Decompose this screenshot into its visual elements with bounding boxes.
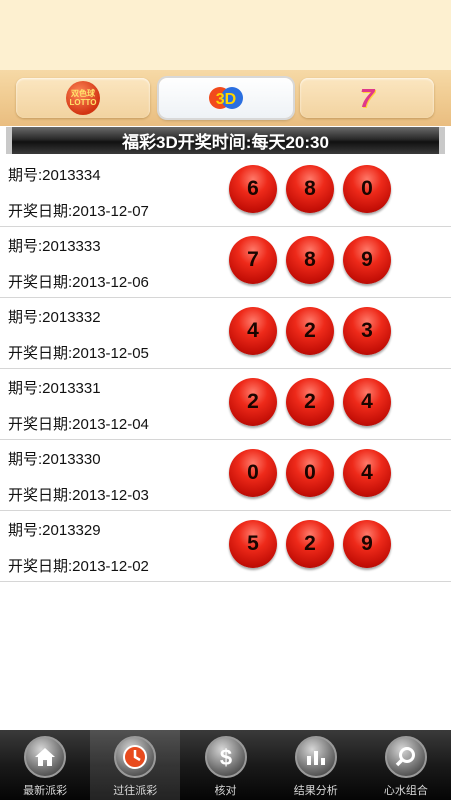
winning-numbers: 423 bbox=[229, 307, 391, 355]
status-area bbox=[0, 0, 451, 70]
draw-date: 开奖日期:2013-12-03 bbox=[8, 487, 149, 504]
dollar-icon: $ bbox=[204, 736, 247, 778]
3d-logo-icon: 3D bbox=[209, 87, 243, 109]
issue-number: 期号:2013332 bbox=[8, 309, 101, 326]
draw-date: 开奖日期:2013-12-06 bbox=[8, 274, 149, 291]
number-ball: 4 bbox=[343, 449, 391, 497]
issue-number: 期号:2013333 bbox=[8, 238, 101, 255]
svg-text:$: $ bbox=[219, 745, 231, 770]
tab-home[interactable]: 最新派彩 bbox=[0, 730, 90, 800]
winning-numbers: 529 bbox=[229, 520, 391, 568]
tab-label: 最新派彩 bbox=[23, 785, 68, 797]
lottery-type-tabs: 双色球 LOTTO 3D 7 bbox=[0, 70, 451, 126]
number-ball: 8 bbox=[286, 236, 334, 284]
tab-dollar[interactable]: $ 核对 bbox=[180, 730, 270, 800]
table-row[interactable]: 期号:2013330 开奖日期:2013-12-03 0 0 4 bbox=[0, 440, 451, 511]
home-icon bbox=[24, 736, 67, 778]
number-ball: 7 bbox=[229, 236, 277, 284]
history-icon bbox=[114, 736, 157, 778]
tab-3d[interactable]: 3D bbox=[159, 78, 293, 118]
ssq-logo-icon: 双色球 LOTTO bbox=[66, 81, 100, 115]
search-icon bbox=[384, 736, 427, 778]
tab-label: 过往派彩 bbox=[113, 785, 158, 797]
draw-date: 开奖日期:2013-12-05 bbox=[8, 345, 149, 362]
number-ball: 0 bbox=[229, 449, 277, 497]
table-row[interactable]: 期号:2013332 开奖日期:2013-12-05 4 2 3 bbox=[0, 298, 451, 369]
bar-chart-icon bbox=[294, 736, 337, 778]
draw-list: 期号:2013334 开奖日期:2013-12-07 6 8 0 期号:2013333 开奖… bbox=[0, 156, 451, 582]
issue-number: 期号:2013334 bbox=[8, 167, 101, 184]
tab-label: 结果分析 bbox=[293, 785, 338, 797]
tab-search[interactable]: 心水组合 bbox=[361, 730, 451, 800]
issue-number: 期号:2013330 bbox=[8, 451, 101, 468]
number-ball: 9 bbox=[343, 236, 391, 284]
number-ball: 2 bbox=[286, 520, 334, 568]
table-row[interactable]: 期号:2013334 开奖日期:2013-12-07 6 8 0 bbox=[0, 156, 451, 227]
tab-qlc[interactable]: 7 bbox=[300, 78, 434, 118]
draw-date: 开奖日期:2013-12-07 bbox=[8, 203, 149, 220]
number-ball: 4 bbox=[343, 378, 391, 426]
winning-numbers: 680 bbox=[229, 165, 391, 213]
tab-bar-chart[interactable]: 结果分析 bbox=[271, 730, 361, 800]
qlc-logo-icon: 7 bbox=[359, 82, 375, 113]
number-ball: 2 bbox=[286, 307, 334, 355]
number-ball: 2 bbox=[229, 378, 277, 426]
draw-time-banner: 福彩3D开奖时间:每天20:30 bbox=[6, 127, 445, 154]
table-row[interactable]: 期号:2013333 开奖日期:2013-12-06 7 8 9 bbox=[0, 227, 451, 298]
number-ball: 0 bbox=[286, 449, 334, 497]
number-ball: 9 bbox=[343, 520, 391, 568]
number-ball: 4 bbox=[229, 307, 277, 355]
number-ball: 8 bbox=[286, 165, 334, 213]
winning-numbers: 004 bbox=[229, 449, 391, 497]
number-ball: 0 bbox=[343, 165, 391, 213]
table-row[interactable]: 期号:2013331 开奖日期:2013-12-04 2 2 4 bbox=[0, 369, 451, 440]
tab-label: 核对 bbox=[214, 785, 237, 797]
issue-number: 期号:2013331 bbox=[8, 380, 101, 397]
winning-numbers: 224 bbox=[229, 378, 391, 426]
draw-date: 开奖日期:2013-12-04 bbox=[8, 416, 149, 433]
number-ball: 2 bbox=[286, 378, 334, 426]
draw-date: 开奖日期:2013-12-02 bbox=[8, 558, 149, 575]
tab-ssq[interactable]: 双色球 LOTTO bbox=[16, 78, 150, 118]
table-row[interactable]: 期号:2013329 开奖日期:2013-12-02 5 2 9 bbox=[0, 511, 451, 582]
number-ball: 3 bbox=[343, 307, 391, 355]
tab-label: 心水组合 bbox=[383, 785, 428, 797]
bottom-tab-bar: 最新派彩 过往派彩 $ 核对 结果分析 心水组合 bbox=[0, 730, 451, 800]
issue-number: 期号:2013329 bbox=[8, 522, 101, 539]
number-ball: 6 bbox=[229, 165, 277, 213]
number-ball: 5 bbox=[229, 520, 277, 568]
winning-numbers: 789 bbox=[229, 236, 391, 284]
svg-text:3D: 3D bbox=[216, 91, 236, 108]
tab-history[interactable]: 过往派彩 bbox=[90, 730, 181, 800]
